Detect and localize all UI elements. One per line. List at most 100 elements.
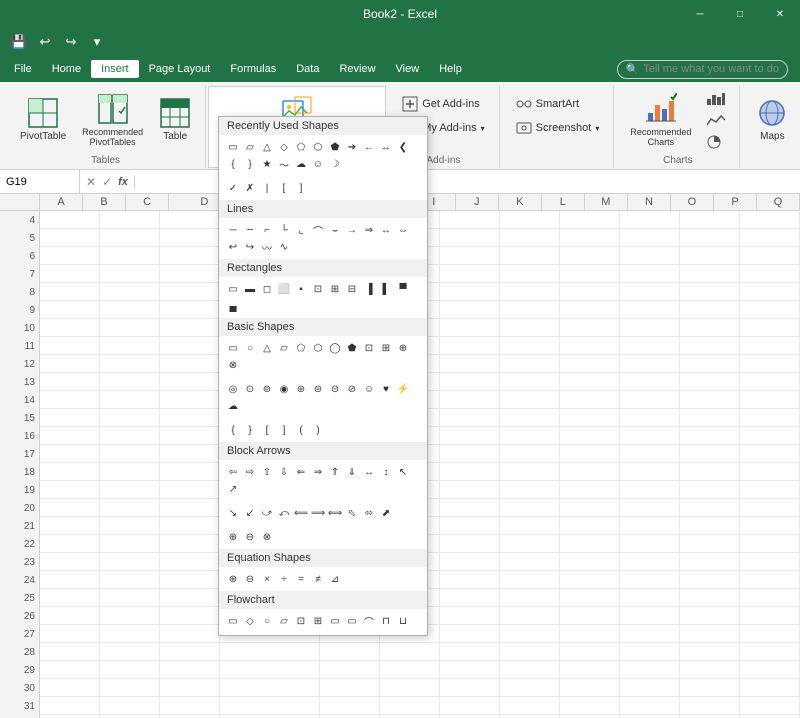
line-arrow4[interactable]: ⇔ [395,222,411,238]
arrow-b7[interactable]: ⇑ [327,464,343,480]
menu-help[interactable]: Help [429,60,472,78]
cell[interactable] [380,679,440,697]
cell[interactable] [40,445,100,463]
cell[interactable] [740,319,800,337]
col-header-k[interactable]: K [499,194,542,210]
cell[interactable] [160,553,220,571]
cell[interactable] [740,211,800,229]
smartart-button[interactable]: SmartArt [510,93,606,115]
cell[interactable] [740,355,800,373]
cell[interactable] [740,625,800,643]
cell[interactable] [560,373,620,391]
cell[interactable] [440,211,500,229]
cell[interactable] [620,265,680,283]
rect-6[interactable]: ⊡ [310,281,326,297]
menu-view[interactable]: View [386,60,430,78]
cell[interactable] [560,625,620,643]
shape-brace-l[interactable]: { [225,156,241,172]
cell[interactable] [100,247,160,265]
cell[interactable] [100,625,160,643]
cell[interactable] [620,625,680,643]
arrow-b14[interactable]: ↙ [242,505,258,521]
fc-10[interactable]: ⊓ [378,613,394,629]
rect-8[interactable]: ⊟ [344,281,360,297]
basic-30[interactable]: ) [310,422,326,438]
cell[interactable] [560,517,620,535]
cell[interactable] [40,265,100,283]
arrow-b11[interactable]: ↖ [395,464,411,480]
eq-1[interactable]: ⊕ [225,571,241,587]
col-header-n[interactable]: N [628,194,671,210]
cell[interactable] [440,319,500,337]
col-header-p[interactable]: P [714,194,757,210]
pivot-table-button[interactable]: PivotTable [14,90,72,150]
cell[interactable] [100,427,160,445]
cell[interactable] [620,571,680,589]
cell[interactable] [100,463,160,481]
cell[interactable] [620,481,680,499]
shape-wave[interactable]: 〜 [276,156,292,172]
cell[interactable] [40,427,100,445]
shape-bracket-r[interactable]: ] [293,180,309,196]
cell[interactable] [620,463,680,481]
cell[interactable] [500,463,560,481]
cell[interactable] [740,571,800,589]
cell[interactable] [620,373,680,391]
cell[interactable] [160,697,220,715]
cell[interactable] [680,283,740,301]
cell[interactable] [440,445,500,463]
col-header-a[interactable]: A [40,194,83,210]
cell[interactable] [560,499,620,517]
cell[interactable] [100,535,160,553]
cell[interactable] [160,265,220,283]
cell[interactable] [220,643,320,661]
cell[interactable] [560,391,620,409]
cell[interactable] [740,427,800,445]
cell[interactable] [100,517,160,535]
cell[interactable] [160,427,220,445]
cell[interactable] [40,535,100,553]
cell[interactable] [500,373,560,391]
col-header-m[interactable]: M [585,194,628,210]
rect-5[interactable]: ▪ [293,281,309,297]
shape-arrow-r[interactable]: ➔ [344,139,360,155]
cell[interactable] [100,373,160,391]
cell[interactable] [440,229,500,247]
rect-2[interactable]: ▬ [242,281,258,297]
cell[interactable] [500,355,560,373]
cell[interactable] [740,607,800,625]
col-header-j[interactable]: J [456,194,499,210]
cell[interactable] [440,265,500,283]
rect-10[interactable]: ▌ [378,281,394,297]
cell[interactable] [500,301,560,319]
menu-data[interactable]: Data [286,60,329,78]
basic-29[interactable]: ( [293,422,309,438]
line-scribble[interactable]: 〰 [259,239,275,255]
maps-button[interactable]: Maps [750,90,794,150]
cell[interactable] [500,427,560,445]
arrow-b21[interactable]: ⬄ [361,505,377,521]
cell[interactable] [680,643,740,661]
cell[interactable] [100,697,160,715]
cell[interactable] [560,463,620,481]
line-curve4[interactable]: ↪ [242,239,258,255]
cell[interactable] [620,283,680,301]
cell[interactable] [620,643,680,661]
get-addins-button[interactable]: Get Add-ins [396,93,490,115]
cell[interactable] [440,463,500,481]
cell[interactable] [380,697,440,715]
col-header-q[interactable]: Q [757,194,800,210]
cell[interactable] [440,697,500,715]
basic-18[interactable]: ⊜ [310,381,326,397]
cell[interactable] [560,445,620,463]
cell[interactable] [620,427,680,445]
fc-9[interactable]: ⌒ [361,613,377,629]
cell[interactable] [740,643,800,661]
cell[interactable] [100,643,160,661]
shape-star[interactable]: ★ [259,156,275,172]
cell[interactable] [680,301,740,319]
shape-arrow-l[interactable]: ← [361,139,377,155]
cell[interactable] [680,535,740,553]
cell[interactable] [220,661,320,679]
basic-4[interactable]: ▱ [276,340,292,356]
